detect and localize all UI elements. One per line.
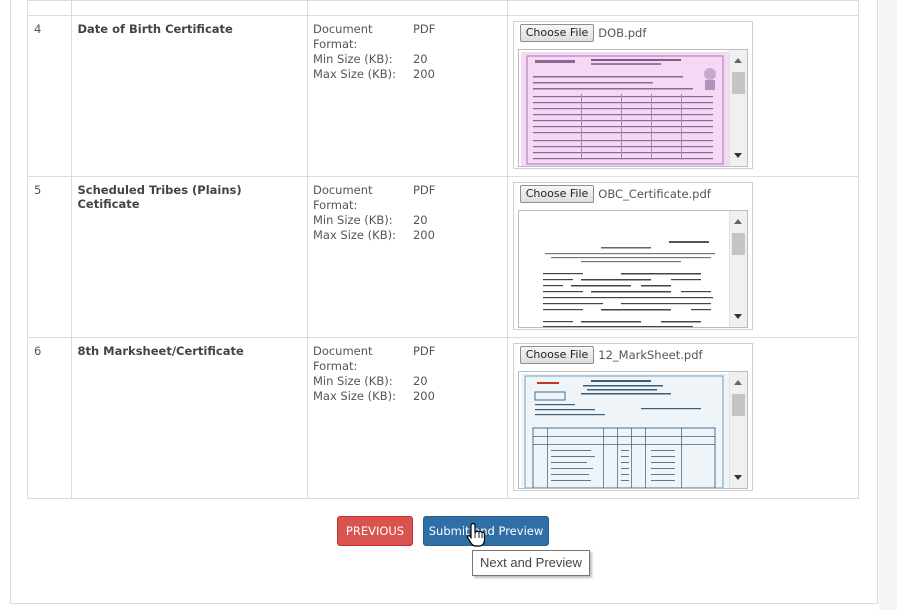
scroll-down-icon[interactable] (733, 475, 742, 480)
document-thumbnail (520, 213, 729, 327)
scroll-up-icon[interactable] (733, 380, 742, 385)
format-value: PDF (412, 344, 436, 358)
selected-file-name: 12_MarkSheet.pdf (598, 348, 703, 362)
scroll-thumb[interactable] (731, 233, 745, 255)
pdf-preview[interactable] (517, 371, 748, 489)
preview-scrollbar[interactable] (728, 211, 747, 327)
max-size-value: 200 (412, 67, 435, 81)
format-value: PDF (412, 22, 436, 36)
max-size-label: Max Size (KB): (312, 67, 396, 81)
hand-pointer-icon (466, 522, 486, 547)
row-serial-number: 4 (34, 22, 42, 36)
min-size-label: Min Size (KB): (312, 52, 393, 66)
scroll-thumb[interactable] (731, 394, 745, 416)
document-requirements: Document Format: PDF Min Size (KB): 20 Max… (308, 338, 507, 404)
max-size-value: 200 (412, 228, 435, 242)
preview-scrollbar[interactable] (728, 50, 747, 166)
max-size-value: 200 (412, 389, 435, 403)
table-row: 4 Date of Birth Certificate Document For… (26, 15, 860, 177)
scroll-up-icon[interactable] (733, 219, 742, 224)
choose-file-button[interactable]: Choose File (519, 24, 595, 42)
max-size-label: Max Size (KB): (312, 228, 396, 242)
page-scrollbar[interactable] (879, 0, 897, 610)
scroll-down-icon[interactable] (733, 153, 742, 158)
scroll-thumb[interactable] (731, 72, 745, 94)
format-label: Document Format: (312, 22, 373, 51)
row-serial-number: 5 (34, 183, 42, 197)
min-size-label: Min Size (KB): (312, 374, 393, 388)
row-serial-number: 6 (34, 344, 42, 358)
document-name: Date of Birth Certificate (77, 22, 233, 36)
file-upload-widget: Choose File DOB.pdf (512, 21, 753, 169)
file-upload-widget: Choose File 12_MarkSheet.pdf (512, 343, 753, 491)
document-requirements: Document Format: PDF Min Size (KB): 20 Max… (308, 16, 507, 82)
document-thumbnail (520, 52, 729, 166)
selected-file-name: OBC_Certificate.pdf (598, 187, 711, 201)
format-label: Document Format: (312, 344, 373, 373)
scroll-down-icon[interactable] (733, 314, 742, 319)
document-thumbnail (520, 374, 729, 488)
format-value: PDF (412, 183, 436, 197)
preview-scrollbar[interactable] (728, 372, 747, 488)
choose-file-button[interactable]: Choose File (519, 346, 595, 364)
file-upload-widget: Choose File OBC_Certificate.pdf (512, 182, 753, 330)
choose-file-button[interactable]: Choose File (519, 185, 595, 203)
submit-and-preview-button[interactable]: Submit and Preview (423, 516, 549, 546)
previous-button[interactable]: PREVIOUS (337, 516, 413, 546)
document-name: Scheduled Tribes (Plains) Cetificate (77, 183, 242, 211)
tooltip: Next and Preview (472, 550, 590, 576)
pdf-preview[interactable] (517, 49, 748, 167)
min-size-value: 20 (412, 213, 428, 227)
table-row: 5 Scheduled Tribes (Plains) Cetificate D… (26, 176, 860, 338)
table-row: 6 8th Marksheet/Certificate Document For… (26, 337, 860, 499)
document-upload-table: 4 Date of Birth Certificate Document For… (26, 0, 860, 499)
min-size-label: Min Size (KB): (312, 213, 393, 227)
table-row-stub (26, 0, 860, 16)
document-requirements: Document Format: PDF Min Size (KB): 20 Max… (308, 177, 507, 243)
document-name: 8th Marksheet/Certificate (77, 344, 244, 358)
selected-file-name: DOB.pdf (598, 26, 647, 40)
min-size-value: 20 (412, 374, 428, 388)
max-size-label: Max Size (KB): (312, 389, 396, 403)
pdf-preview[interactable] (517, 210, 748, 328)
format-label: Document Format: (312, 183, 373, 212)
scroll-up-icon[interactable] (733, 58, 742, 63)
min-size-value: 20 (412, 52, 428, 66)
